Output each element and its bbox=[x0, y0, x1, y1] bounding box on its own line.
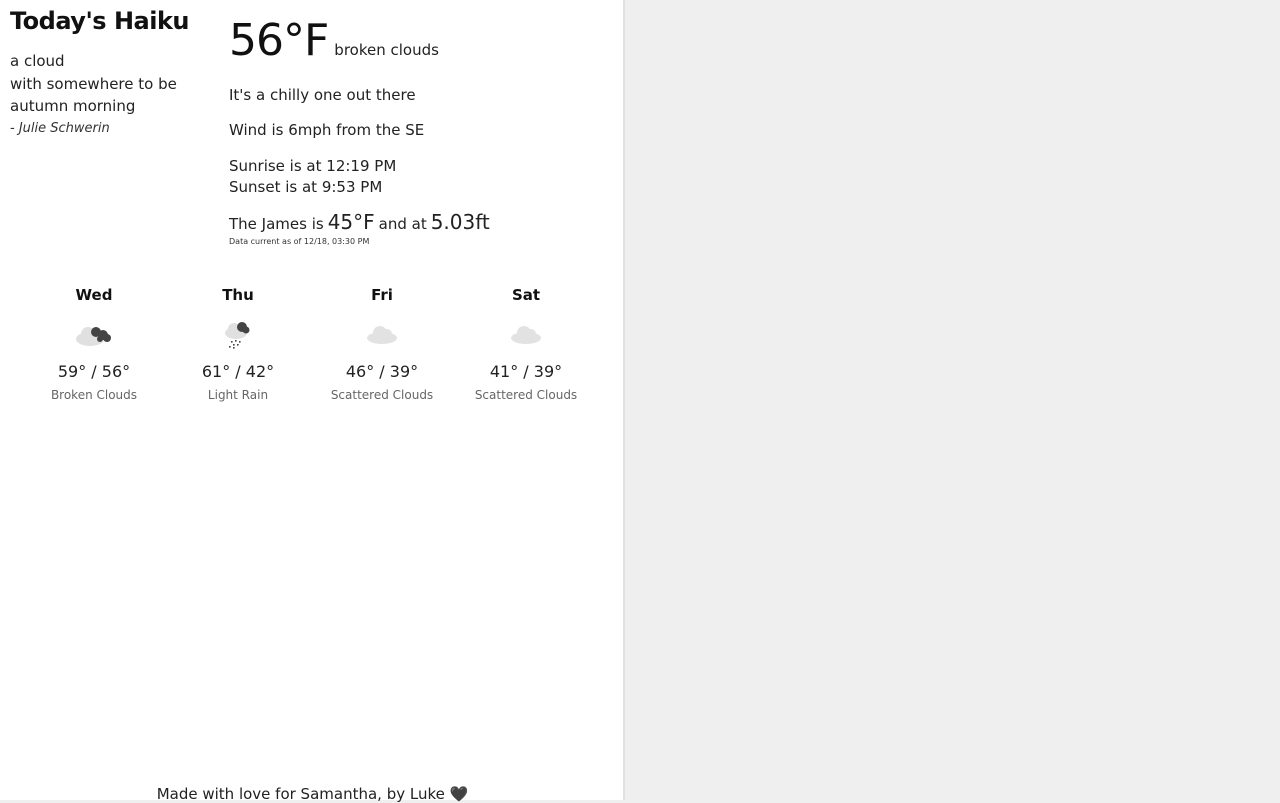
forecast-temps: 59° / 56° bbox=[57, 362, 131, 381]
haiku-lines: a cloud with somewhere to be autumn morn… bbox=[10, 50, 210, 118]
haiku-section: Today's Haiku a cloud with somewhere to … bbox=[10, 6, 210, 136]
haiku-line: a cloud bbox=[10, 52, 65, 70]
scattered-clouds-icon bbox=[454, 314, 598, 354]
river-prefix: The James is bbox=[229, 215, 324, 233]
temperature-row: 56°F broken clouds bbox=[229, 14, 609, 68]
forecast-day: Fri 46° / 39° Scattered Clouds bbox=[310, 286, 454, 402]
haiku-title: Today's Haiku bbox=[10, 7, 190, 35]
forecast-day: Sat 41° / 39° Scattered Clouds bbox=[454, 286, 598, 402]
footer-credit: Made with love for Samantha, by Luke 🖤 bbox=[156, 785, 469, 803]
river-mid: and at bbox=[378, 215, 427, 233]
data-timestamp: Data current as of 12/18, 03:30 PM bbox=[229, 237, 370, 246]
forecast-temps: 46° / 39° bbox=[345, 362, 419, 381]
current-temperature: 56°F bbox=[229, 15, 329, 66]
sunset-time: Sunset is at 9:53 PM bbox=[229, 178, 383, 196]
wind-info: Wind is 6mph from the SE bbox=[229, 121, 425, 139]
river-temperature: 45°F bbox=[327, 210, 375, 234]
haiku-author: - Julie Schwerin bbox=[10, 120, 110, 136]
sunrise-time: Sunrise is at 12:19 PM bbox=[229, 157, 397, 175]
forecast-condition: Scattered Clouds bbox=[330, 388, 434, 402]
river-level: 5.03ft bbox=[430, 210, 490, 234]
forecast-day-name: Wed bbox=[75, 286, 113, 304]
forecast-day-name: Sat bbox=[511, 286, 541, 304]
haiku-line: autumn morning bbox=[10, 97, 136, 115]
scattered-clouds-icon bbox=[310, 314, 454, 354]
light-rain-icon bbox=[166, 314, 310, 354]
sun-times: Sunrise is at 12:19 PM Sunset is at 9:53… bbox=[229, 156, 609, 198]
river-info: The James is 45°F and at 5.03ft bbox=[229, 210, 609, 234]
current-weather: 56°F broken clouds It's a chilly one out… bbox=[229, 14, 609, 246]
forecast-condition: Light Rain bbox=[207, 388, 269, 402]
forecast-day: Thu 61° / 42° Light Rain bbox=[166, 286, 310, 402]
haiku-line: with somewhere to be bbox=[10, 74, 177, 93]
weather-message: It's a chilly one out there bbox=[229, 86, 416, 104]
forecast-day-name: Thu bbox=[222, 286, 254, 304]
forecast-day: Wed 59° / 56° Broken Clouds bbox=[22, 286, 166, 402]
broken-clouds-icon bbox=[22, 314, 166, 354]
forecast-condition: Broken Clouds bbox=[50, 388, 138, 402]
forecast-row: Wed 59° / 56° Broken Clouds Thu 61° / 42… bbox=[22, 286, 598, 402]
main-panel: Today's Haiku a cloud with somewhere to … bbox=[0, 0, 625, 803]
forecast-temps: 61° / 42° bbox=[201, 362, 275, 381]
current-description: broken clouds bbox=[334, 41, 439, 59]
forecast-temps: 41° / 39° bbox=[489, 362, 563, 381]
forecast-condition: Scattered Clouds bbox=[474, 388, 578, 402]
forecast-day-name: Fri bbox=[371, 286, 393, 304]
